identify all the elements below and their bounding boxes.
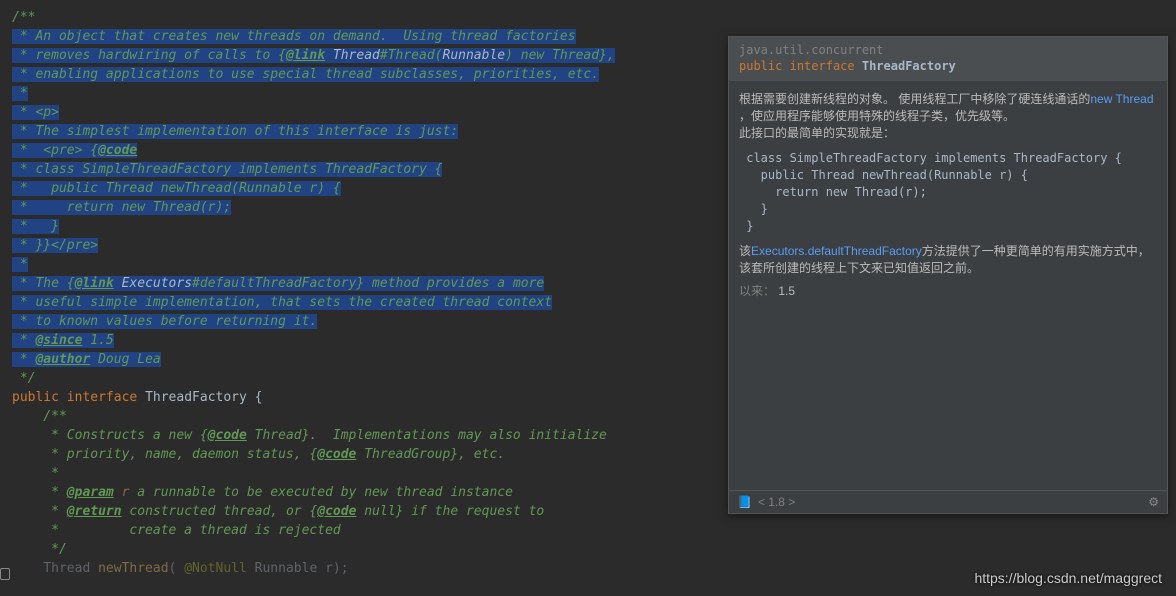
code-text: Thread	[325, 48, 380, 63]
code-text: * }}</pre>	[12, 238, 98, 253]
code-editor[interactable]: /** * An object that creates new threads…	[0, 0, 720, 596]
doc-version-nav[interactable]: < 1.8 >	[758, 495, 795, 509]
code-text: */	[12, 540, 720, 559]
doc-code-block: class SimpleThreadFactory implements Thr…	[739, 150, 1157, 235]
javadoc-code: @code	[208, 428, 247, 443]
code-text: *	[12, 333, 35, 348]
doc-footer: 📘 < 1.8 > ⚙	[729, 490, 1167, 513]
doc-text: 该	[739, 244, 751, 258]
code-text: *	[12, 464, 720, 483]
code-text: *	[12, 257, 28, 272]
code-text: Executors	[114, 276, 192, 291]
javadoc-link[interactable]: @link	[75, 276, 114, 291]
keyword: interface	[59, 390, 137, 405]
code-text: * useful simple implementation, that set…	[12, 295, 552, 310]
code-text: * enabling applications to use special t…	[12, 67, 599, 82]
book-icon[interactable]: 📘	[737, 495, 752, 509]
code-text: An object that creates new threads on de…	[35, 29, 575, 44]
code-text: * return new Thread(r);	[12, 200, 231, 215]
doc-signature: public interface ThreadFactory	[739, 59, 1157, 73]
code-text: ThreadGroup}, etc.	[356, 447, 505, 462]
gear-icon[interactable]: ⚙	[1148, 495, 1159, 509]
since-label: 以来：	[739, 284, 775, 298]
keyword: interface	[790, 59, 855, 73]
code-text: * <p>	[12, 105, 59, 120]
class-name: ThreadFactory	[862, 59, 956, 73]
code-text: * public Thread newThread(Runnable r) {	[12, 181, 341, 196]
code-text: *	[12, 504, 67, 519]
code-line: /**	[12, 8, 720, 27]
javadoc-return: @return	[67, 504, 122, 519]
since-value: 1.5	[778, 284, 795, 298]
documentation-popup[interactable]: java.util.concurrent public interface Th…	[728, 36, 1168, 514]
javadoc-author: @author	[35, 352, 90, 367]
doc-link[interactable]: Executors.defaultThreadFactory	[751, 244, 922, 258]
code-text: Doug Lea	[90, 352, 160, 367]
doc-package: java.util.concurrent	[739, 43, 1157, 57]
code-text: constructed thread, or {	[122, 504, 318, 519]
code-text: #defaultThreadFactory} method provides a…	[192, 276, 544, 291]
code-text: /**	[12, 407, 720, 426]
doc-body[interactable]: 根据需要创建新线程的对象。 使用线程工厂中移除了硬连线通话的new Thread…	[729, 81, 1167, 490]
code-text: */	[12, 369, 720, 388]
doc-since: 以来： 1.5	[739, 283, 1157, 300]
code-text: #Thread(	[380, 48, 443, 63]
scroll-indicator-icon[interactable]	[0, 568, 10, 580]
code-text: Thread	[12, 561, 98, 576]
code-text: * class SimpleThreadFactory implements T…	[12, 162, 442, 177]
code-text: *	[12, 352, 35, 367]
javadoc-param: @param	[67, 485, 114, 500]
code-text: * to known values before returning it.	[12, 314, 317, 329]
code-text: * The simplest implementation of this in…	[12, 124, 458, 139]
doc-paragraph: 根据需要创建新线程的对象。 使用线程工厂中移除了硬连线通话的new Thread…	[739, 91, 1157, 125]
code-text: Runnable r);	[247, 561, 349, 576]
doc-text: ，使应用程序能够使用特殊的线程子类，优先级等。	[739, 109, 1015, 123]
javadoc-since: @since	[35, 333, 82, 348]
method-name: newThread	[98, 561, 168, 576]
code-text: *	[12, 485, 67, 500]
code-text: (	[169, 561, 185, 576]
code-text: * Constructs a new {	[12, 428, 208, 443]
code-text: ) new Thread},	[505, 48, 615, 63]
doc-link[interactable]: new Thread	[1090, 92, 1153, 106]
javadoc-code: @code	[317, 504, 356, 519]
code-text: * create a thread is rejected	[12, 521, 720, 540]
keyword: public	[739, 59, 782, 73]
annotation: @NotNull	[184, 561, 247, 576]
param-name: r	[114, 485, 130, 500]
code-text: * priority, name, daemon status, {	[12, 447, 317, 462]
code-text: *	[12, 86, 28, 101]
code-text: * }	[12, 219, 59, 234]
code-text: 1.5	[82, 333, 113, 348]
doc-text: 根据需要创建新线程的对象。 使用线程工厂中移除了硬连线通话的	[739, 92, 1090, 106]
code-text: * <pre> {	[12, 143, 98, 158]
doc-header: java.util.concurrent public interface Th…	[729, 37, 1167, 81]
code-text: * removes hardwiring of calls to {	[12, 48, 286, 63]
code-text: * The {	[12, 276, 75, 291]
doc-paragraph: 该Executors.defaultThreadFactory方法提供了一种更简…	[739, 243, 1157, 277]
javadoc-code: @code	[317, 447, 356, 462]
doc-paragraph: 此接口的最简单的实现就是：	[739, 125, 1157, 142]
javadoc-link[interactable]: @link	[286, 48, 325, 63]
class-name: ThreadFactory {	[137, 390, 262, 405]
code-text: Thread}. Implementations may also initia…	[247, 428, 607, 443]
code-text: a runnable to be executed by new thread …	[129, 485, 513, 500]
javadoc-code: @code	[98, 143, 137, 158]
watermark: https://blog.csdn.net/maggrect	[974, 570, 1162, 586]
code-text: null} if the request to	[356, 504, 544, 519]
code-text: Runnable	[443, 48, 506, 63]
code-text: *	[12, 29, 35, 44]
keyword: public	[12, 390, 59, 405]
